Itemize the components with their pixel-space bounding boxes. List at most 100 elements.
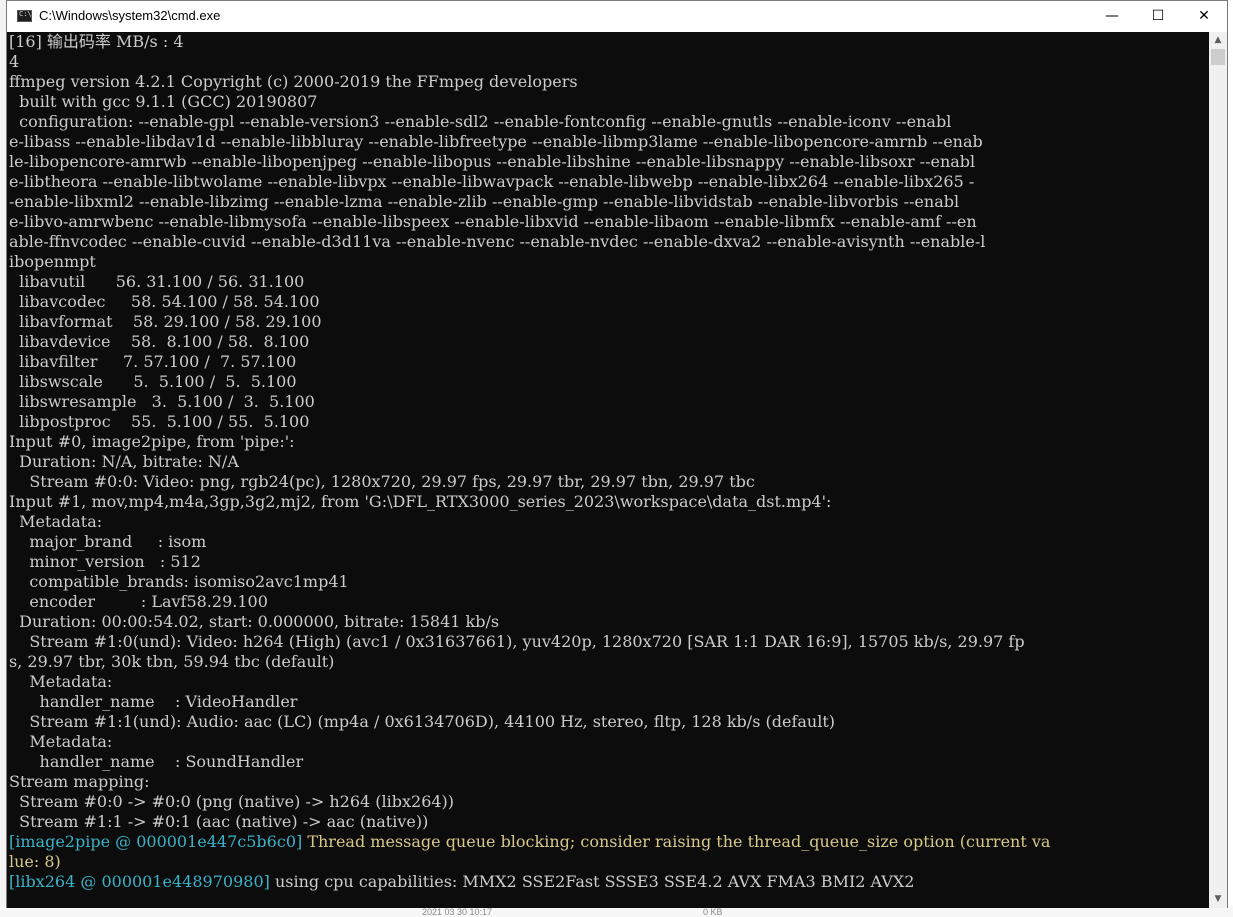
log-text: -enable-libxml2 --enable-libzimg --enabl… xyxy=(9,192,960,211)
console-line: libavformat 58. 29.100 / 58. 29.100 xyxy=(9,312,1050,332)
log-text: Stream mapping: xyxy=(9,772,150,791)
console-line: encoder : Lavf58.29.100 xyxy=(9,592,1050,612)
log-text: handler_name : SoundHandler xyxy=(9,752,304,771)
log-text: Metadata: xyxy=(9,732,113,751)
log-text: le-libopencore-amrwb --enable-libopenjpe… xyxy=(9,152,976,171)
console-line: Stream #0:0 -> #0:0 (png (native) -> h26… xyxy=(9,792,1050,812)
console-line: s, 29.97 tbr, 30k tbn, 59.94 tbc (defaul… xyxy=(9,652,1050,672)
console-output[interactable]: [16] 输出码率 MB/s : 4 4 ffmpeg version 4.2.1 … xyxy=(7,32,1209,908)
log-text: libswresample 3. 5.100 / 3. 5.100 xyxy=(9,392,315,411)
console-line: ffmpeg version 4.2.1 Copyright (c) 2000-… xyxy=(9,72,1050,92)
log-text: e-libvo-amrwbenc --enable-libmysofa --en… xyxy=(9,212,977,231)
console-line: le-libopencore-amrwb --enable-libopenjpe… xyxy=(9,152,1050,172)
log-text: Metadata: xyxy=(9,672,113,691)
log-text: configuration: --enable-gpl --enable-ver… xyxy=(9,112,952,131)
cmd-window: C:\Windows\system32\cmd.exe — ☐ ✕ [16] 输… xyxy=(6,0,1228,908)
log-text: Stream #1:0(und): Video: h264 (High) (av… xyxy=(9,632,1025,651)
log-text: 4 xyxy=(9,52,20,71)
vertical-scrollbar[interactable]: ▲ ▼ xyxy=(1209,32,1227,908)
console-line: Metadata: xyxy=(9,512,1050,532)
console-line: -enable-libxml2 --enable-libzimg --enabl… xyxy=(9,192,1050,212)
log-text: libpostproc 55. 5.100 / 55. 5.100 xyxy=(9,412,310,431)
console-line: handler_name : SoundHandler xyxy=(9,752,1050,772)
log-text: e-libass --enable-libdav1d --enable-libb… xyxy=(9,132,983,151)
console-line: e-libass --enable-libdav1d --enable-libb… xyxy=(9,132,1050,152)
console-line: Stream mapping: xyxy=(9,772,1050,792)
log-warning-text: lue: 8) xyxy=(9,852,61,871)
log-text: libavutil 56. 31.100 / 56. 31.100 xyxy=(9,272,305,291)
console-line: [16] 输出码率 MB/s : 4 xyxy=(9,32,1050,52)
console-line: able-ffnvcodec --enable-cuvid --enable-d… xyxy=(9,232,1050,252)
background-file-size: 0 KB xyxy=(703,907,723,917)
log-text: Metadata: xyxy=(9,512,103,531)
console-line: Input #1, mov,mp4,m4a,3gp,3g2,mj2, from … xyxy=(9,492,1050,512)
log-text: built with gcc 9.1.1 (GCC) 20190807 xyxy=(9,92,318,111)
log-text: minor_version : 512 xyxy=(9,552,201,571)
log-text: libavdevice 58. 8.100 / 58. 8.100 xyxy=(9,332,310,351)
console-line: 4 xyxy=(9,52,1050,72)
log-source-tag: [image2pipe @ 000001e447c5b6c0] xyxy=(9,832,308,851)
log-text: libavcodec 58. 54.100 / 58. 54.100 xyxy=(9,292,320,311)
console-line: libavcodec 58. 54.100 / 58. 54.100 xyxy=(9,292,1050,312)
title-bar[interactable]: C:\Windows\system32\cmd.exe — ☐ ✕ xyxy=(7,1,1227,32)
scroll-down-arrow-icon[interactable]: ▼ xyxy=(1209,891,1227,908)
console-line: e-libtheora --enable-libtwolame --enable… xyxy=(9,172,1050,192)
log-text: e-libtheora --enable-libtwolame --enable… xyxy=(9,172,975,191)
log-warning-text: Thread message queue blocking; consider … xyxy=(307,832,1051,851)
console-line: minor_version : 512 xyxy=(9,552,1050,572)
console-line: Stream #0:0: Video: png, rgb24(pc), 1280… xyxy=(9,472,1050,492)
console-line: built with gcc 9.1.1 (GCC) 20190807 xyxy=(9,92,1050,112)
log-source-tag: [libx264 @ 000001e448970980] xyxy=(9,872,275,891)
console-line: e-libvo-amrwbenc --enable-libmysofa --en… xyxy=(9,212,1050,232)
log-text: Input #1, mov,mp4,m4a,3gp,3g2,mj2, from … xyxy=(9,492,832,511)
console-line: compatible_brands: isomiso2avc1mp41 xyxy=(9,572,1050,592)
log-text: Input #0, image2pipe, from 'pipe:': xyxy=(9,432,295,451)
log-text: s, 29.97 tbr, 30k tbn, 59.94 tbc (defaul… xyxy=(9,652,335,671)
log-text: [16] 输出码率 MB/s : 4 xyxy=(9,32,184,51)
console-line: lue: 8) xyxy=(9,852,1050,872)
console-line: Stream #1:1 -> #0:1 (aac (native) -> aac… xyxy=(9,812,1050,832)
log-text: Duration: N/A, bitrate: N/A xyxy=(9,452,239,471)
console-line: Input #0, image2pipe, from 'pipe:': xyxy=(9,432,1050,452)
log-text: libavformat 58. 29.100 / 58. 29.100 xyxy=(9,312,322,331)
log-text: Stream #1:1 -> #0:1 (aac (native) -> aac… xyxy=(9,812,429,831)
console-lines: [16] 输出码率 MB/s : 4 4 ffmpeg version 4.2.1 … xyxy=(9,32,1050,892)
console-line: [libx264 @ 000001e448970980] using cpu c… xyxy=(9,872,1050,892)
log-text: able-ffnvcodec --enable-cuvid --enable-d… xyxy=(9,232,986,251)
console-line: libavdevice 58. 8.100 / 58. 8.100 xyxy=(9,332,1050,352)
console-line: ibopenmpt xyxy=(9,252,1050,272)
console-line: libavfilter 7. 57.100 / 7. 57.100 xyxy=(9,352,1050,372)
scrollbar-thumb[interactable] xyxy=(1211,49,1225,65)
log-text: Stream #0:0 -> #0:0 (png (native) -> h26… xyxy=(9,792,455,811)
log-text: libavfilter 7. 57.100 / 7. 57.100 xyxy=(9,352,297,371)
console-line: libswscale 5. 5.100 / 5. 5.100 xyxy=(9,372,1050,392)
console-line: libswresample 3. 5.100 / 3. 5.100 xyxy=(9,392,1050,412)
log-text: ffmpeg version 4.2.1 Copyright (c) 2000-… xyxy=(9,72,578,91)
cmd-icon[interactable] xyxy=(17,10,32,22)
console-line: Metadata: xyxy=(9,672,1050,692)
scroll-up-arrow-icon[interactable]: ▲ xyxy=(1209,32,1227,49)
log-text: major_brand : isom xyxy=(9,532,207,551)
console-line: Stream #1:1(und): Audio: aac (LC) (mp4a … xyxy=(9,712,1050,732)
log-text: Stream #1:1(und): Audio: aac (LC) (mp4a … xyxy=(9,712,835,731)
console-line: libpostproc 55. 5.100 / 55. 5.100 xyxy=(9,412,1050,432)
console-line: major_brand : isom xyxy=(9,532,1050,552)
console-line: Duration: N/A, bitrate: N/A xyxy=(9,452,1050,472)
console-line: [image2pipe @ 000001e447c5b6c0] Thread m… xyxy=(9,832,1050,852)
log-text: handler_name : VideoHandler xyxy=(9,692,298,711)
console-line: Stream #1:0(und): Video: h264 (High) (av… xyxy=(9,632,1050,652)
console-line: configuration: --enable-gpl --enable-ver… xyxy=(9,112,1050,132)
log-text: Duration: 00:00:54.02, start: 0.000000, … xyxy=(9,612,500,631)
log-text: encoder : Lavf58.29.100 xyxy=(9,592,268,611)
log-text: libswscale 5. 5.100 / 5. 5.100 xyxy=(9,372,297,391)
console-line: handler_name : VideoHandler xyxy=(9,692,1050,712)
minimize-button[interactable]: — xyxy=(1089,1,1135,32)
log-text: Stream #0:0: Video: png, rgb24(pc), 1280… xyxy=(9,472,755,491)
background-timestamp: 2021 03 30 10:17 xyxy=(422,907,493,917)
console-line: libavutil 56. 31.100 / 56. 31.100 xyxy=(9,272,1050,292)
close-button[interactable]: ✕ xyxy=(1181,1,1227,32)
log-text: compatible_brands: isomiso2avc1mp41 xyxy=(9,572,349,591)
console-line: Metadata: xyxy=(9,732,1050,752)
maximize-button[interactable]: ☐ xyxy=(1135,1,1181,32)
log-text: using cpu capabilities: MMX2 SSE2Fast SS… xyxy=(274,872,915,891)
